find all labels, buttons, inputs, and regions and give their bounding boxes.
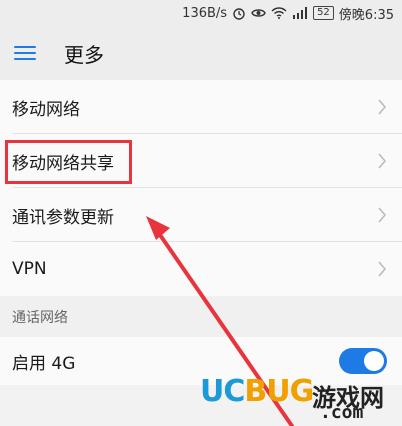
section-header-call-network: 通话网络	[0, 297, 402, 337]
list-item-mobile-network[interactable]: 移动网络	[0, 80, 402, 134]
enable-4g-row[interactable]: 启用 4G	[0, 337, 402, 385]
settings-list: 移动网络 移动网络共享 通讯参数更新 VPN	[0, 80, 402, 296]
clock: 傍晚6:35	[338, 7, 394, 23]
enable-4g-toggle[interactable]	[339, 348, 387, 374]
bottom-area	[0, 385, 402, 426]
list-item-label: 移动网络共享	[12, 153, 114, 174]
enable-4g-label: 启用 4G	[12, 353, 76, 374]
chevron-right-icon	[378, 153, 387, 169]
list-item-label: 移动网络	[12, 99, 80, 120]
app-bar: 更多	[0, 26, 402, 80]
wifi-icon	[271, 7, 287, 19]
list-item-carrier-update[interactable]: 通讯参数更新	[0, 188, 402, 242]
status-bar: 136B/s 52 傍晚6:35	[0, 0, 402, 26]
toggle-knob	[364, 351, 384, 371]
menu-icon[interactable]	[14, 44, 38, 62]
signal-icon	[292, 7, 308, 19]
chevron-right-icon	[378, 207, 387, 223]
list-item-vpn[interactable]: VPN	[0, 242, 402, 296]
alarm-icon	[232, 6, 246, 20]
list-item-label: VPN	[12, 259, 47, 279]
page-title: 更多	[64, 42, 104, 67]
list-item-label: 通讯参数更新	[12, 207, 114, 228]
chevron-right-icon	[378, 99, 387, 115]
eye-icon	[251, 7, 266, 19]
battery-icon: 52	[313, 6, 334, 20]
chevron-right-icon	[378, 261, 387, 277]
net-speed: 136B/s	[182, 5, 228, 21]
list-item-tethering[interactable]: 移动网络共享	[0, 134, 402, 188]
